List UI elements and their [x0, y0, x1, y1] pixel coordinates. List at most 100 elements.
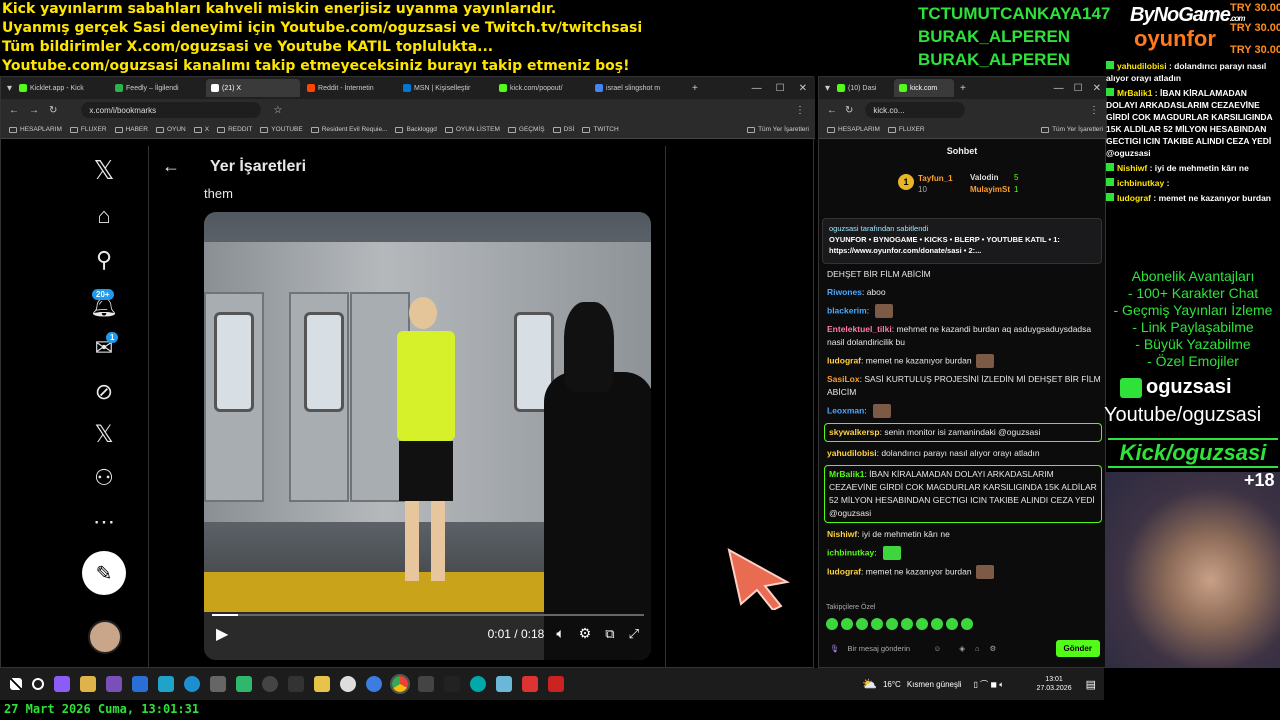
bookmark-resident-evil[interactable]: Resident Evil Requie... — [310, 126, 387, 133]
emoji-icon[interactable]: ☺ — [934, 644, 942, 653]
bookmark-twitch[interactable]: TWITCH — [582, 126, 619, 133]
file-explorer-icon[interactable] — [80, 676, 96, 692]
chat-username[interactable]: skywalkersp — [829, 427, 880, 437]
url-field[interactable]: x.com/i/bookmarks — [81, 102, 262, 118]
app-icon[interactable] — [54, 676, 70, 692]
bookmark-oyun-listem[interactable]: OYUN LİSTEM — [444, 126, 500, 133]
bookmark-all[interactable]: Tüm Yer İşaretleri — [1041, 126, 1103, 133]
app-icon[interactable] — [444, 676, 460, 692]
clock[interactable]: 13:01 27.03.2026 — [1037, 675, 1072, 693]
back-icon[interactable]: ← — [9, 105, 19, 116]
mic-icon[interactable]: 🎙︎ — [830, 644, 840, 653]
bookmark-backloggd[interactable]: Backloggd — [395, 126, 437, 133]
chat-username[interactable]: blackerim — [827, 305, 867, 315]
chat-username[interactable]: Nishiwf — [827, 529, 857, 539]
minimize-icon[interactable]: — — [752, 83, 762, 94]
app-icon[interactable] — [236, 676, 252, 692]
new-tab-icon[interactable]: + — [960, 83, 966, 94]
x-logo-icon[interactable]: 𝕏 — [80, 155, 128, 185]
emote-icon[interactable] — [916, 618, 928, 630]
obs-icon[interactable] — [262, 676, 278, 692]
emote-icon[interactable] — [826, 618, 838, 630]
chat-username[interactable]: ludograf — [827, 355, 861, 365]
store-icon[interactable]: ⌂ — [975, 644, 980, 653]
onenote-icon[interactable] — [106, 676, 122, 692]
send-button[interactable]: Gönder — [1055, 639, 1100, 657]
bookmark-fluxer[interactable]: FLUXER — [887, 126, 925, 133]
chat-username[interactable]: MrBalik1 — [829, 469, 864, 479]
tab-list-icon[interactable]: ▾ — [825, 83, 830, 94]
search-icon[interactable] — [32, 678, 44, 690]
tab-kicklet[interactable]: Kicklet.app - Kick — [14, 79, 108, 97]
emote-icon[interactable] — [901, 618, 913, 630]
chat-username[interactable]: ludograf — [827, 566, 861, 576]
chat-username[interactable]: SasiLox — [827, 374, 860, 384]
app-icon[interactable] — [132, 676, 148, 692]
edge-icon[interactable] — [184, 676, 200, 692]
grok-icon[interactable]: ⊘ — [80, 378, 128, 406]
chat-username[interactable]: Leoxman — [827, 405, 864, 415]
back-arrow-icon[interactable]: ← — [162, 156, 180, 177]
tab-x[interactable]: (21) X — [206, 79, 301, 97]
app-icon[interactable] — [418, 676, 434, 692]
new-tab-icon[interactable]: + — [692, 83, 698, 94]
bookmark-youtube[interactable]: YOUTUBE — [260, 126, 303, 133]
emote-icon[interactable] — [856, 618, 868, 630]
home-icon[interactable]: ⌂ — [80, 202, 128, 230]
url-field[interactable]: kick.co... — [865, 102, 966, 118]
emote-icon[interactable] — [961, 618, 973, 630]
pip-icon[interactable]: ⧉ — [605, 626, 614, 642]
close-icon[interactable]: ✕ — [1093, 83, 1101, 94]
tab-kick-popout[interactable]: kick.com/popout/ — [494, 79, 588, 97]
tab-kick[interactable]: kick.com — [894, 79, 955, 97]
premium-x-icon[interactable]: 𝕏 — [80, 420, 128, 448]
emote-icon[interactable] — [841, 618, 853, 630]
tab-feedly[interactable]: Feedly – İlgilendi — [110, 79, 204, 97]
close-icon[interactable]: ✕ — [799, 83, 807, 94]
notes-icon[interactable] — [314, 676, 330, 692]
bookmark-haber[interactable]: HABER — [114, 126, 148, 133]
channel-points-icon[interactable]: ◈ — [959, 644, 965, 653]
play-icon[interactable]: ▶ — [216, 624, 228, 644]
more-icon[interactable]: ⋯ — [80, 508, 128, 536]
bookmark-gecmis[interactable]: GEÇMİŞ — [507, 126, 545, 133]
menu-icon[interactable]: ⋮ — [795, 105, 805, 116]
chat-settings-icon[interactable]: ⚙ — [990, 644, 997, 653]
fullscreen-icon[interactable]: ⤢ — [629, 626, 639, 642]
maximize-icon[interactable]: ☐ — [776, 83, 785, 94]
app-icon[interactable] — [158, 676, 174, 692]
chat-username[interactable]: ichbinutkay — [827, 547, 874, 557]
bookmark-x[interactable]: X — [193, 126, 209, 133]
app-icon[interactable] — [496, 676, 512, 692]
video-player[interactable]: ▶ 0:01 / 0:18 🔈︎ ⚙ ⧉ ⤢ — [204, 212, 651, 660]
bookmark-fluxer[interactable]: FLUXER — [69, 126, 107, 133]
account-avatar[interactable] — [88, 620, 122, 654]
messages-icon[interactable]: ✉ — [80, 334, 128, 362]
emote-icon[interactable] — [886, 618, 898, 630]
start-icon[interactable] — [10, 678, 22, 690]
app-icon[interactable] — [340, 676, 356, 692]
bookmark-hesaplarim[interactable]: HESAPLARIM — [9, 126, 62, 133]
app-icon[interactable] — [288, 676, 304, 692]
tab-msn[interactable]: MSN | Kişiselleştir — [398, 79, 492, 97]
emote-icon[interactable] — [946, 618, 958, 630]
tray-icons[interactable]: ▯ ⌒ ◼ 🔈︎ — [974, 679, 1005, 690]
emote-icon[interactable] — [871, 618, 883, 630]
forward-icon[interactable]: → — [29, 105, 39, 116]
tab-list-icon[interactable]: ▾ — [7, 83, 12, 94]
bookmark-reddit[interactable]: REDDIT — [217, 126, 252, 133]
chrome-icon[interactable] — [390, 674, 410, 694]
back-icon[interactable]: ← — [827, 105, 837, 116]
tab-dasi[interactable]: (10) Dasi — [832, 79, 892, 97]
app-icon[interactable] — [548, 676, 564, 692]
volume-icon[interactable]: 🔈︎ — [556, 625, 564, 642]
app-icon[interactable] — [366, 676, 382, 692]
bookmark-oyun[interactable]: OYUN — [155, 126, 186, 133]
app-icon[interactable] — [470, 676, 486, 692]
chat-input[interactable]: Bir mesaj gönderin — [848, 644, 928, 653]
reload-icon[interactable]: ↻ — [49, 105, 57, 116]
reload-icon[interactable]: ↻ — [845, 105, 853, 116]
tab-reddit[interactable]: Reddit - İnternetin — [302, 79, 396, 97]
bookmark-star-icon[interactable]: ☆ — [273, 105, 282, 116]
bookmark-all[interactable]: Tüm Yer İşaretleri — [747, 126, 809, 133]
